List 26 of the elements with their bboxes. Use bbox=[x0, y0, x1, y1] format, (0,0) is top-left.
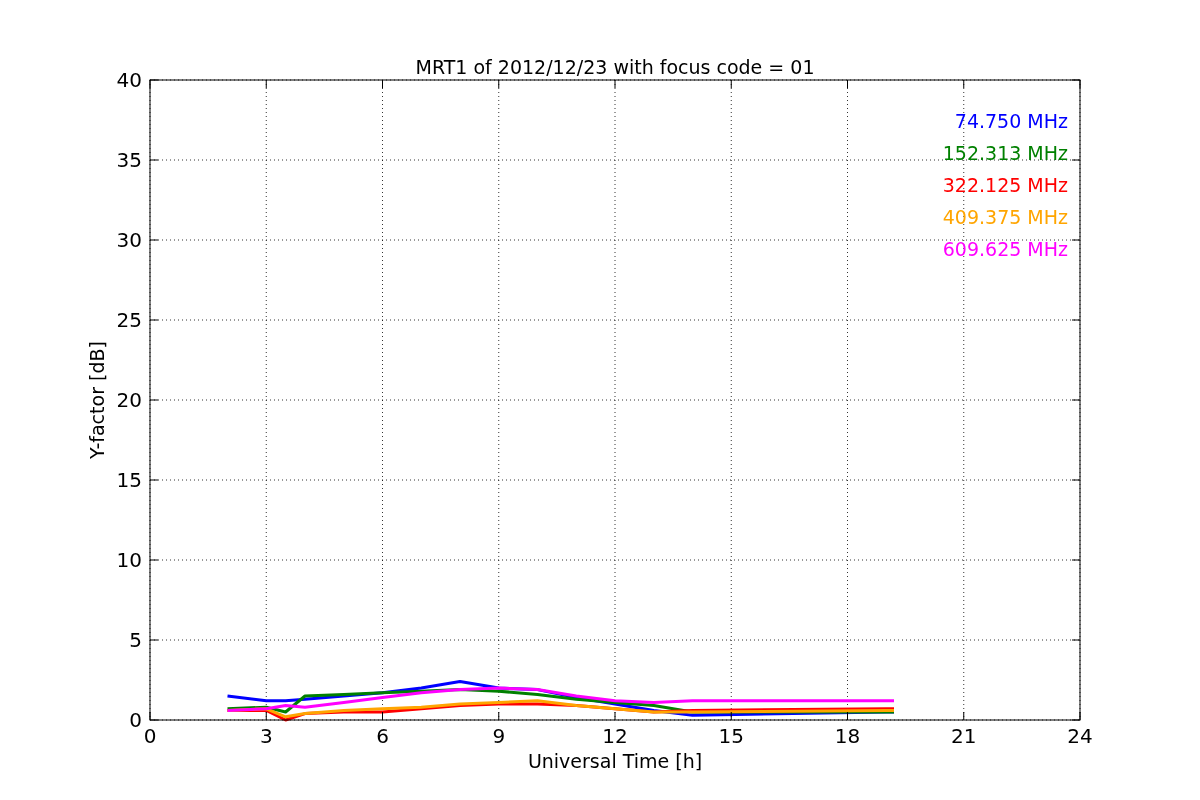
x-tick-label: 15 bbox=[718, 724, 744, 748]
x-axis-label: Universal Time [h] bbox=[527, 750, 703, 772]
x-tick-label: 9 bbox=[492, 724, 506, 748]
y-tick-label: 10 bbox=[116, 548, 142, 572]
y-tick-label: 25 bbox=[116, 308, 142, 332]
legend-label: 409.375 MHz bbox=[942, 206, 1068, 228]
y-tick-label: 5 bbox=[129, 628, 142, 652]
x-tick-label: 3 bbox=[259, 724, 273, 748]
x-tick-label: 24 bbox=[1067, 724, 1093, 748]
legend-label: 152.313 MHz bbox=[942, 142, 1068, 164]
y-tick-label: 20 bbox=[116, 388, 142, 412]
legend-label: 609.625 MHz bbox=[942, 238, 1068, 260]
y-axis-label: Y-factor [dB] bbox=[86, 341, 108, 459]
legend-label: 74.750 MHz bbox=[954, 110, 1068, 132]
x-tick-label: 12 bbox=[602, 724, 628, 748]
y-tick-label: 30 bbox=[116, 228, 142, 252]
chart-title: MRT1 of 2012/12/23 with focus code = 01 bbox=[415, 56, 815, 78]
y-tick-label: 0 bbox=[129, 708, 142, 732]
y-tick-label: 35 bbox=[116, 148, 142, 172]
legend-label: 322.125 MHz bbox=[942, 174, 1068, 196]
x-tick-label: 18 bbox=[834, 724, 861, 748]
y-tick-label: 40 bbox=[116, 68, 142, 92]
x-tick-label: 6 bbox=[376, 724, 389, 748]
x-tick-label: 21 bbox=[951, 724, 977, 748]
y-tick-label: 15 bbox=[116, 468, 142, 492]
x-tick-label: 0 bbox=[143, 724, 157, 748]
